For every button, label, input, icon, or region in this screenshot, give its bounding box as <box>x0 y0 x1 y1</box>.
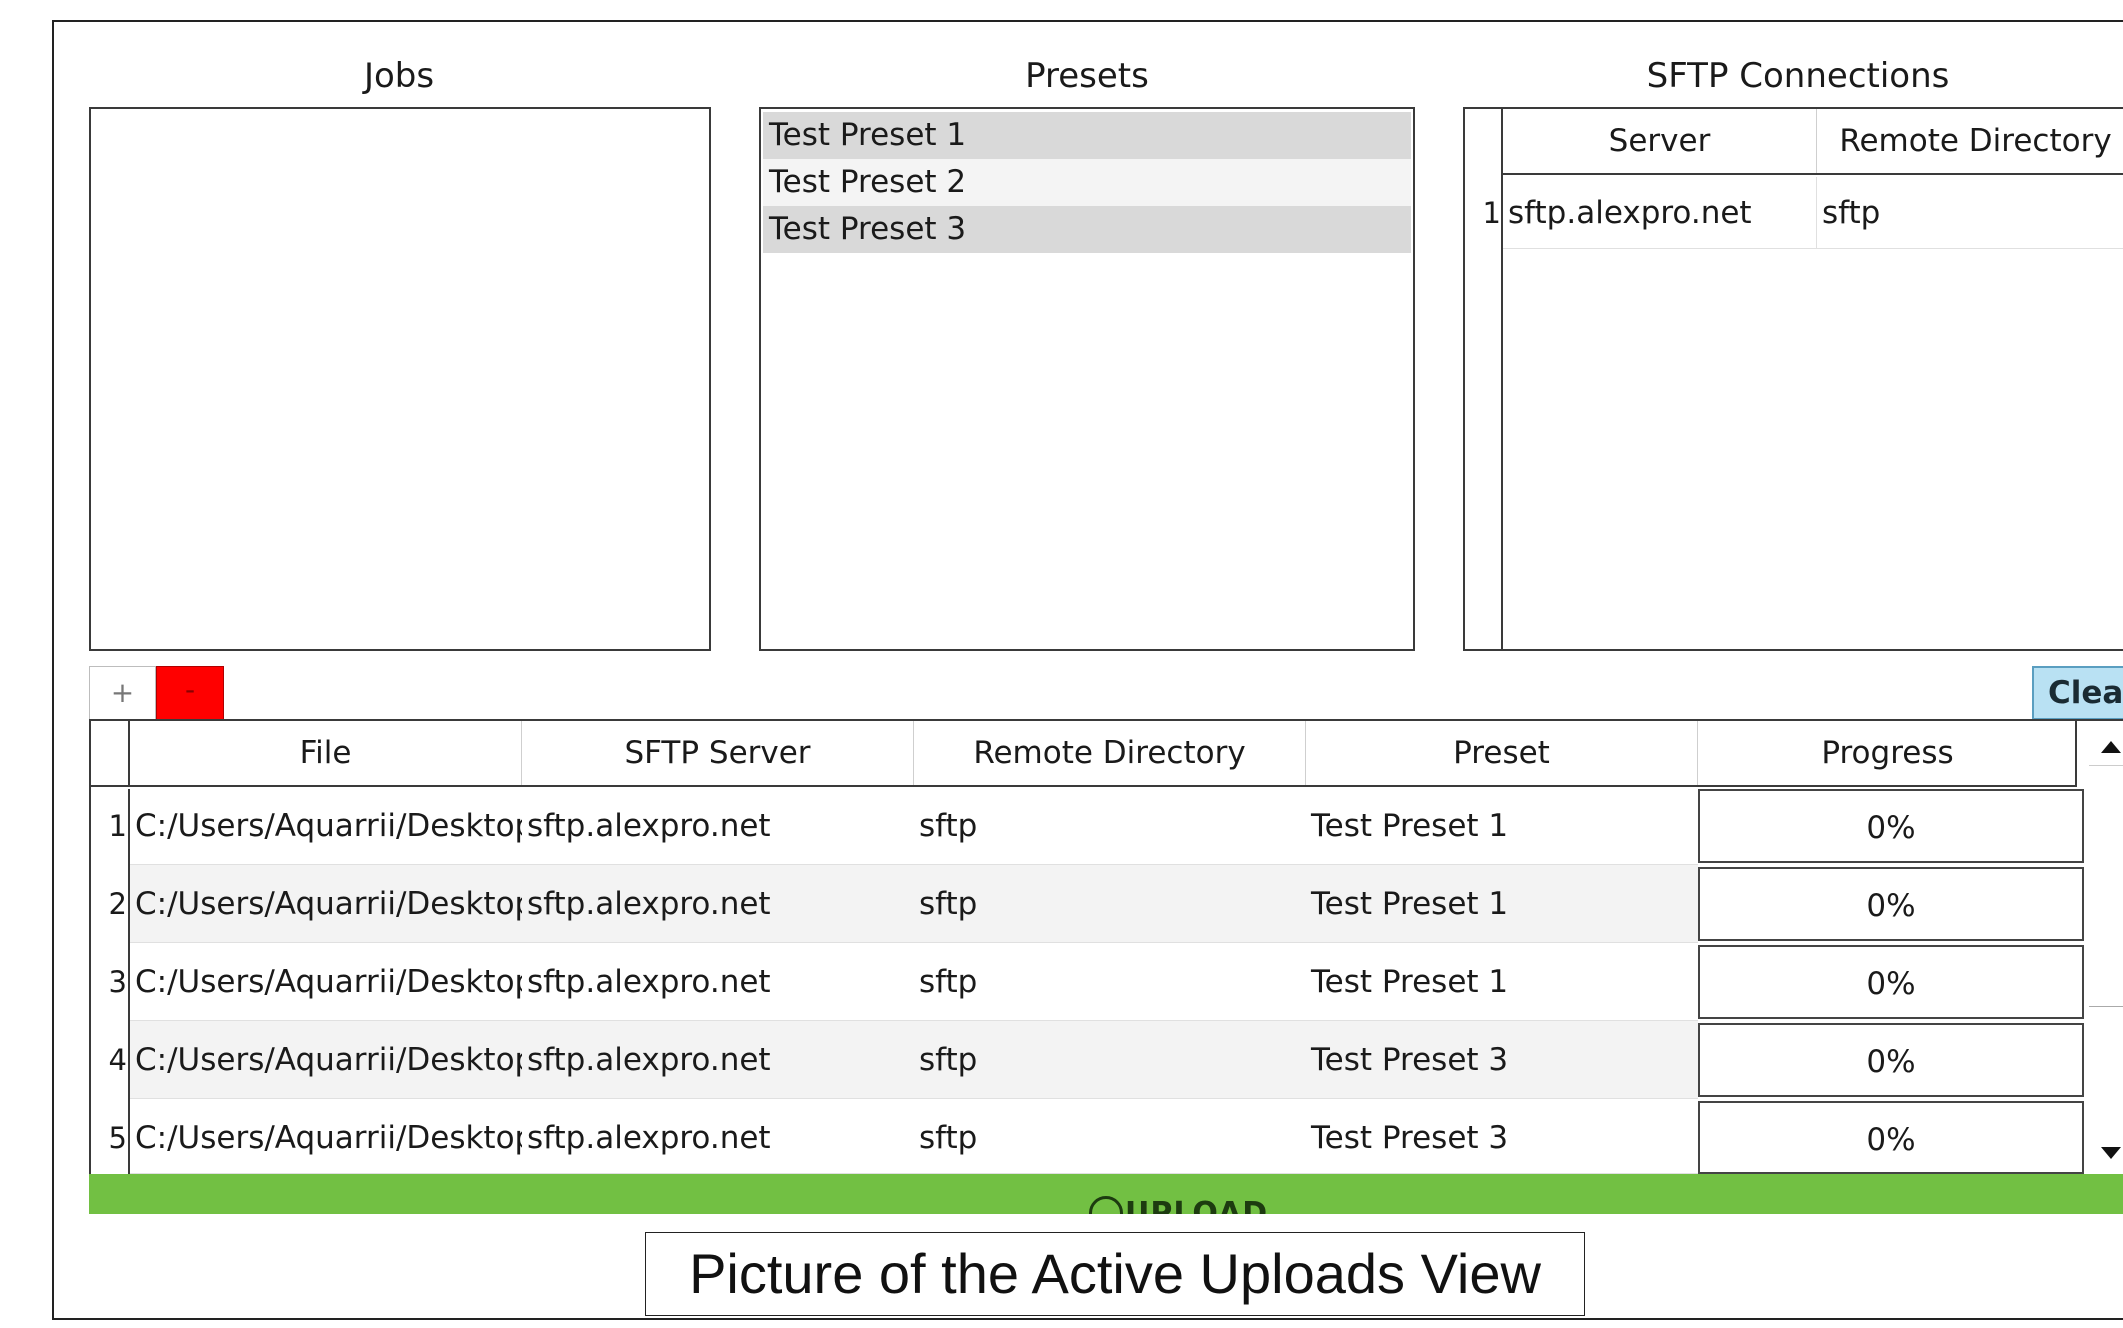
presets-list[interactable]: Test Preset 1 Test Preset 2 Test Preset … <box>759 107 1415 651</box>
column-header-remote-directory[interactable]: Remote Directory <box>1817 109 2123 173</box>
corner-cell <box>91 721 130 787</box>
progress-cell: 0% <box>1698 1101 2084 1174</box>
sftp-server-cell: sftp.alexpro.net <box>527 808 771 844</box>
file-cell: C:/Users/Aquarrii/Desktop... <box>135 1120 522 1156</box>
column-header-progress[interactable]: Progress <box>1698 721 2077 785</box>
row-number: 2 <box>108 887 127 921</box>
presets-title: Presets <box>1025 56 1149 96</box>
scrollbar-divider <box>2089 765 2123 766</box>
column-header-preset[interactable]: Preset <box>1306 721 1698 785</box>
file-cell: C:/Users/Aquarrii/Desktop... <box>135 886 522 922</box>
uploads-table-header: File SFTP Server Remote Directory Preset… <box>130 721 2077 787</box>
sftp-connections-table[interactable]: Server Remote Directory 1 sftp.alexpro.n… <box>1463 107 2123 651</box>
table-header: Server Remote Directory <box>1503 109 2123 175</box>
remote-directory-cell: sftp <box>919 886 978 922</box>
scrollbar-thumb-edge[interactable] <box>2089 1006 2123 1007</box>
preset-cell: Test Preset 1 <box>1311 808 1509 844</box>
remote-directory-cell: sftp <box>1822 195 1881 231</box>
row-number: 5 <box>108 1121 127 1155</box>
row-number: 3 <box>108 965 127 999</box>
sftp-server-cell: sftp.alexpro.net <box>527 1120 771 1156</box>
figure-caption: Picture of the Active Uploads View <box>645 1232 1585 1316</box>
remote-directory-cell: sftp <box>919 1120 978 1156</box>
sftp-server-cell: sftp.alexpro.net <box>527 1042 771 1078</box>
progress-cell: 0% <box>1698 789 2084 863</box>
up-arrow-icon[interactable] <box>2101 741 2121 753</box>
vertical-scrollbar[interactable] <box>2089 721 2123 1176</box>
down-arrow-icon[interactable] <box>2101 1147 2121 1159</box>
file-cell: C:/Users/Aquarrii/Desktop... <box>135 1042 522 1078</box>
jobs-list[interactable] <box>89 107 711 651</box>
jobs-title: Jobs <box>363 56 435 96</box>
preset-item[interactable]: Test Preset 2 <box>763 159 1411 206</box>
preset-cell: Test Preset 3 <box>1311 1042 1509 1078</box>
preset-cell: Test Preset 1 <box>1311 964 1509 1000</box>
add-button[interactable]: + <box>89 666 156 720</box>
preset-item[interactable]: Test Preset 3 <box>763 206 1411 253</box>
clear-button[interactable]: Clear <box>2032 666 2123 720</box>
preset-cell: Test Preset 1 <box>1311 886 1509 922</box>
file-cell: C:/Users/Aquarrii/Desktop... <box>135 964 522 1000</box>
file-cell: C:/Users/Aquarrii/Desktop... <box>135 808 522 844</box>
column-header-server[interactable]: Server <box>1503 109 1817 173</box>
upload-button[interactable]: UPLOAD <box>89 1174 2123 1214</box>
preset-cell: Test Preset 3 <box>1311 1120 1509 1156</box>
row-number: 1 <box>108 809 127 843</box>
server-cell: sftp.alexpro.net <box>1503 177 1817 249</box>
sftp-connections-title: SFTP Connections <box>1646 56 1950 96</box>
column-header-sftp-server[interactable]: SFTP Server <box>522 721 914 785</box>
remote-directory-cell: sftp <box>919 808 978 844</box>
column-header-remote-directory[interactable]: Remote Directory <box>914 721 1306 785</box>
column-header-file[interactable]: File <box>130 721 522 785</box>
progress-cell: 0% <box>1698 945 2084 1019</box>
remote-directory-cell: sftp <box>919 964 978 1000</box>
row-number: 1 <box>1482 196 1501 230</box>
remove-button[interactable]: - <box>156 666 224 720</box>
upload-icon <box>1089 1196 1123 1214</box>
row-number: 4 <box>108 1043 127 1077</box>
sftp-server-cell: sftp.alexpro.net <box>527 964 771 1000</box>
sftp-server-cell: sftp.alexpro.net <box>527 886 771 922</box>
progress-cell: 0% <box>1698 867 2084 941</box>
upload-label: UPLOAD <box>1125 1196 1269 1214</box>
progress-cell: 0% <box>1698 1023 2084 1097</box>
preset-item[interactable]: Test Preset 1 <box>763 112 1411 159</box>
table-row[interactable]: sftp.alexpro.net sftp <box>1503 177 2123 249</box>
remote-directory-cell: sftp <box>919 1042 978 1078</box>
